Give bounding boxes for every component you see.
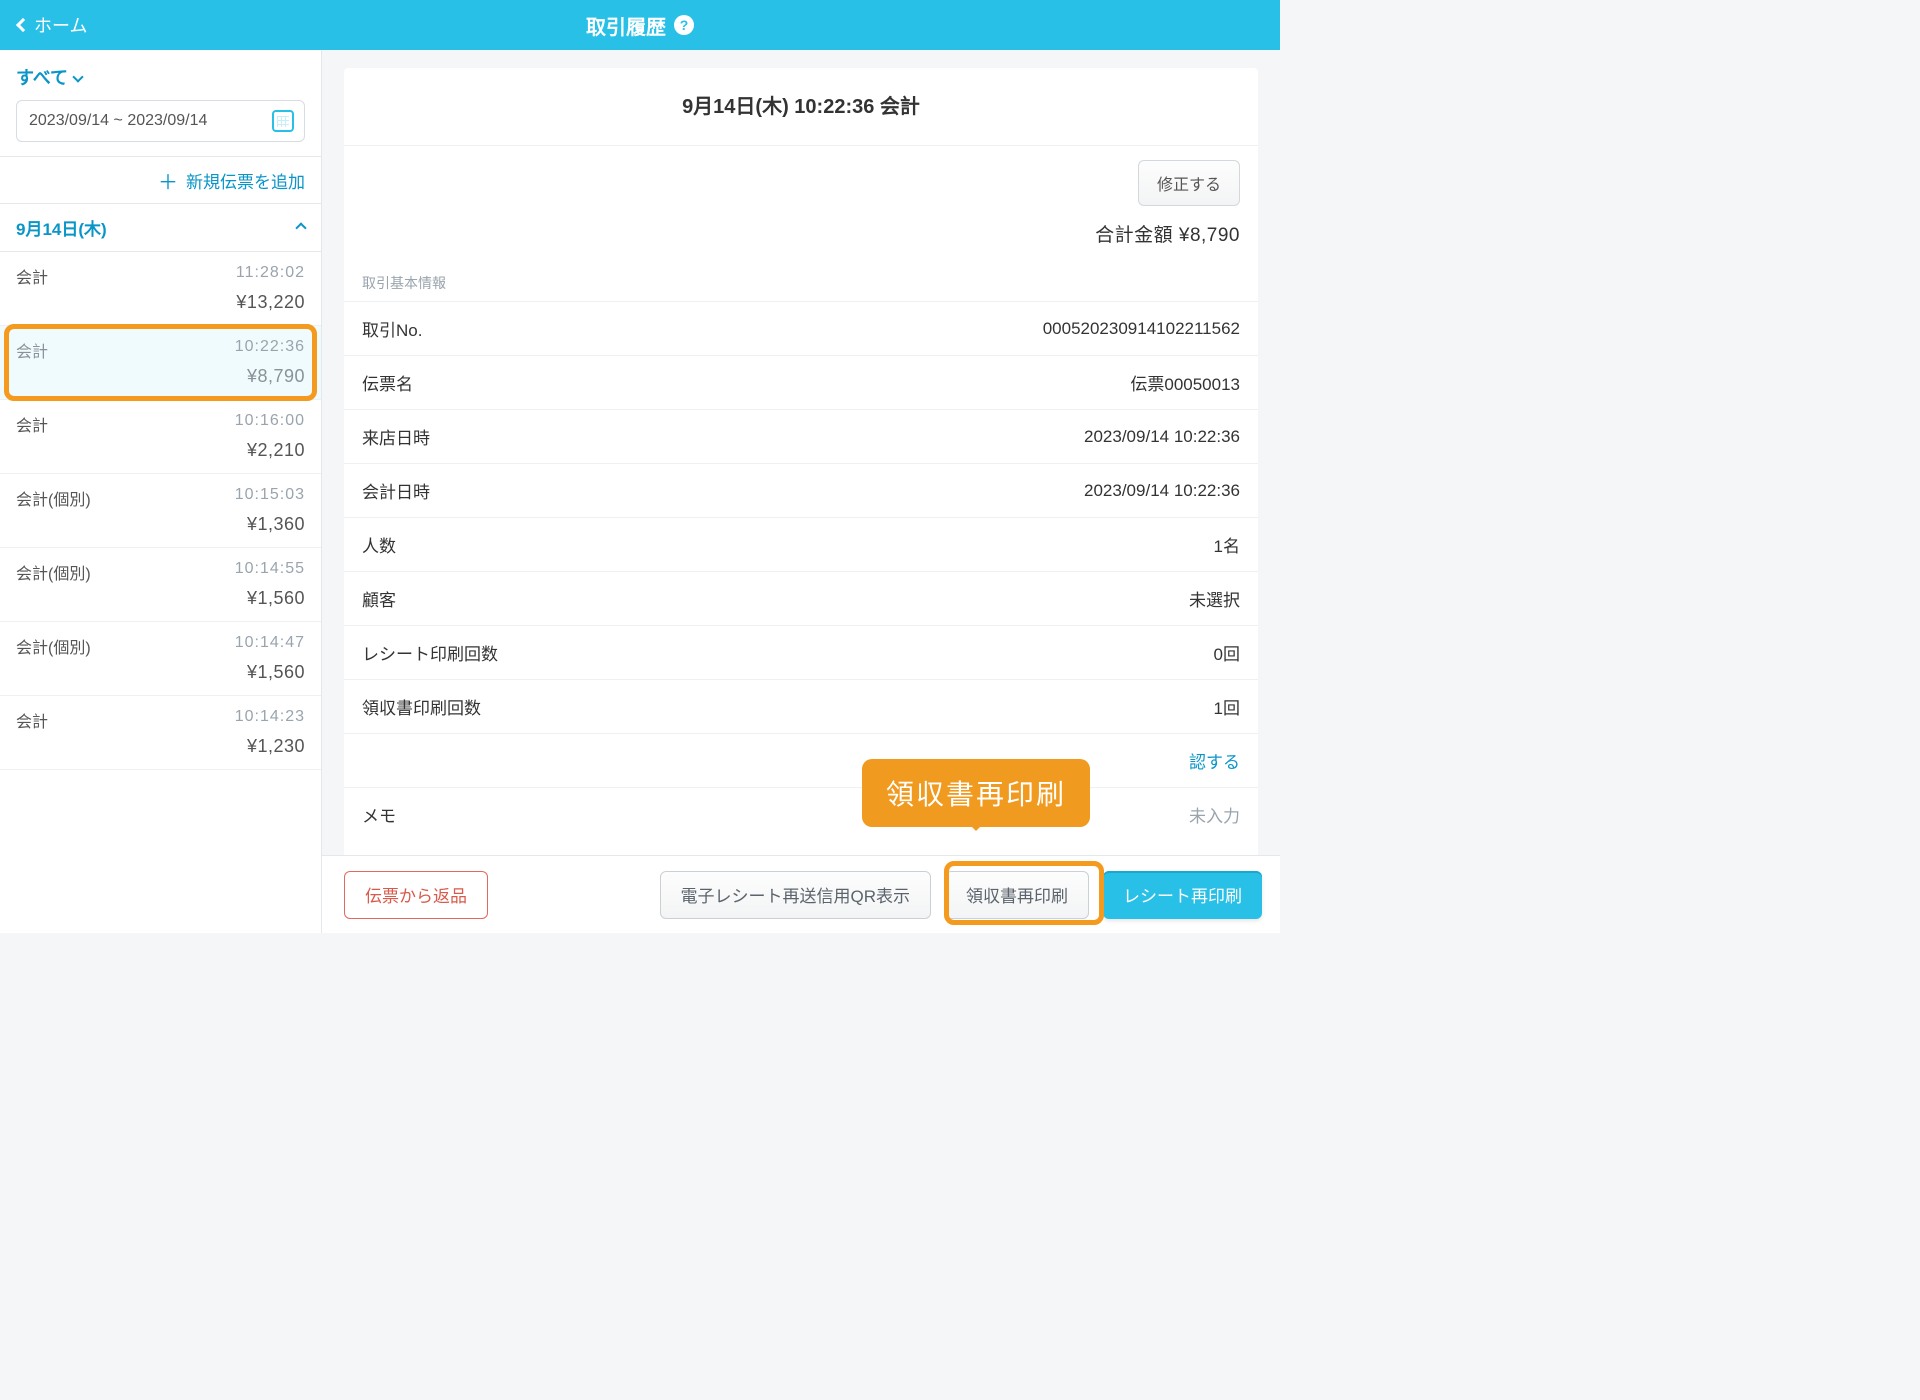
tx-amount: ¥1,560 bbox=[16, 662, 305, 683]
add-slip-button[interactable]: ＋ 新規伝票を追加 bbox=[0, 156, 321, 204]
info-value: 1回 bbox=[1214, 694, 1240, 719]
tx-time: 10:14:55 bbox=[235, 560, 305, 584]
tx-label: 会計 bbox=[16, 412, 48, 436]
tx-time: 10:14:23 bbox=[235, 708, 305, 732]
info-row: 顧客 未選択 bbox=[344, 571, 1258, 625]
info-row: 人数 1名 bbox=[344, 517, 1258, 571]
calendar-icon bbox=[272, 110, 294, 132]
app-header: ホーム 取引履歴 ? bbox=[0, 0, 1280, 50]
tx-label: 会計 bbox=[16, 708, 48, 732]
transaction-item[interactable]: 会計 10:16:00 ¥2,210 bbox=[0, 400, 321, 474]
back-button[interactable]: ホーム bbox=[0, 12, 87, 38]
info-key: レシート印刷回数 bbox=[362, 640, 498, 665]
plus-icon: ＋ bbox=[158, 166, 178, 195]
info-key: 来店日時 bbox=[362, 424, 430, 449]
return-button[interactable]: 伝票から返品 bbox=[344, 871, 488, 919]
tx-label: 会計(個別) bbox=[16, 634, 91, 658]
info-key: 顧客 bbox=[362, 586, 396, 611]
memo-label: メモ bbox=[362, 802, 396, 827]
tx-time: 10:15:03 bbox=[235, 486, 305, 510]
tx-time: 11:28:02 bbox=[236, 264, 305, 288]
info-row: レシート印刷回数 0回 bbox=[344, 625, 1258, 679]
tx-amount: ¥8,790 bbox=[16, 366, 305, 387]
info-value: 2023/09/14 10:22:36 bbox=[1084, 481, 1240, 501]
sidebar: すべて 2023/09/14 ~ 2023/09/14 ＋ 新規伝票を追加 9月… bbox=[0, 50, 322, 933]
page-title-wrap: 取引履歴 ? bbox=[586, 11, 694, 40]
transaction-item[interactable]: 会計(個別) 10:14:55 ¥1,560 bbox=[0, 548, 321, 622]
tx-amount: ¥13,220 bbox=[16, 292, 305, 313]
tx-label: 会計(個別) bbox=[16, 486, 91, 510]
info-value: 未選択 bbox=[1189, 586, 1240, 611]
info-row: 会計日時 2023/09/14 10:22:36 bbox=[344, 463, 1258, 517]
edit-button[interactable]: 修正する bbox=[1138, 160, 1240, 206]
back-label: ホーム bbox=[34, 12, 87, 38]
page-title: 取引履歴 bbox=[586, 11, 666, 40]
receipt-reprint-button[interactable]: 領収書再印刷 bbox=[945, 871, 1089, 919]
info-row: 来店日時 2023/09/14 10:22:36 bbox=[344, 409, 1258, 463]
tx-time: 10:16:00 bbox=[235, 412, 305, 436]
transaction-detail: 9月14日(木) 10:22:36 会計 修正する 合計金額 ¥8,790 取引… bbox=[344, 68, 1258, 933]
help-icon[interactable]: ? bbox=[674, 15, 694, 35]
info-key: 領収書印刷回数 bbox=[362, 694, 481, 719]
date-range-value: 2023/09/14 ~ 2023/09/14 bbox=[29, 112, 207, 130]
info-key: 伝票名 bbox=[362, 370, 413, 395]
memo-row: メモ 未入力 bbox=[344, 787, 1258, 841]
tx-label: 会計 bbox=[16, 338, 48, 362]
tx-label: 会計 bbox=[16, 264, 48, 288]
total-amount: 合計金額 ¥8,790 bbox=[344, 216, 1258, 265]
tx-amount: ¥1,230 bbox=[16, 736, 305, 757]
info-value: 1名 bbox=[1214, 532, 1240, 557]
qr-button[interactable]: 電子レシート再送信用QR表示 bbox=[660, 871, 932, 919]
info-key: 人数 bbox=[362, 532, 396, 557]
tx-amount: ¥1,360 bbox=[16, 514, 305, 535]
filter-label: すべて bbox=[16, 64, 68, 90]
main-panel: 9月14日(木) 10:22:36 会計 修正する 合計金額 ¥8,790 取引… bbox=[322, 50, 1280, 933]
info-value: 伝票00050013 bbox=[1130, 370, 1240, 395]
transaction-item[interactable]: 会計 10:22:36 ¥8,790 bbox=[0, 326, 321, 400]
date-group-header[interactable]: 9月14日(木) bbox=[0, 204, 321, 252]
date-group-label: 9月14日(木) bbox=[16, 215, 107, 240]
confirm-link[interactable]: 認する bbox=[1189, 748, 1240, 773]
bottom-action-bar: 伝票から返品 電子レシート再送信用QR表示 領収書再印刷 レシート再印刷 bbox=[322, 855, 1280, 933]
info-row: 取引No. 000520230914102211562 bbox=[344, 301, 1258, 355]
add-slip-label: 新規伝票を追加 bbox=[186, 168, 305, 193]
info-key: 会計日時 bbox=[362, 478, 430, 503]
memo-value: 未入力 bbox=[1189, 802, 1240, 827]
info-key: 取引No. bbox=[362, 316, 422, 341]
transaction-item[interactable]: 会計(個別) 10:14:47 ¥1,560 bbox=[0, 622, 321, 696]
chevron-down-icon bbox=[72, 71, 83, 82]
slip-reprint-button[interactable]: レシート再印刷 bbox=[1103, 871, 1262, 919]
info-value: 0回 bbox=[1214, 640, 1240, 665]
chevron-left-icon bbox=[16, 18, 30, 32]
detail-title: 9月14日(木) 10:22:36 会計 bbox=[344, 68, 1258, 146]
info-value: 000520230914102211562 bbox=[1043, 319, 1240, 339]
info-row: 領収書印刷回数 1回 bbox=[344, 679, 1258, 733]
selection-ring bbox=[4, 324, 317, 401]
info-value: 2023/09/14 10:22:36 bbox=[1084, 427, 1240, 447]
confirm-row: 認する bbox=[344, 733, 1258, 787]
transaction-item[interactable]: 会計 11:28:02 ¥13,220 bbox=[0, 252, 321, 326]
transaction-list: 会計 11:28:02 ¥13,220 会計 10:22:36 ¥8,790 会計 10:16… bbox=[0, 252, 321, 933]
filter-dropdown[interactable]: すべて bbox=[0, 50, 321, 100]
tx-time: 10:22:36 bbox=[235, 338, 305, 362]
chevron-up-icon bbox=[295, 222, 306, 233]
tx-label: 会計(個別) bbox=[16, 560, 91, 584]
transaction-item[interactable]: 会計(個別) 10:15:03 ¥1,360 bbox=[0, 474, 321, 548]
tx-time: 10:14:47 bbox=[235, 634, 305, 658]
transaction-item[interactable]: 会計 10:14:23 ¥1,230 bbox=[0, 696, 321, 770]
tx-amount: ¥2,210 bbox=[16, 440, 305, 461]
date-range-input[interactable]: 2023/09/14 ~ 2023/09/14 bbox=[16, 100, 305, 142]
tooltip-callout: 領収書再印刷 bbox=[862, 759, 1090, 827]
section-label: 取引基本情報 bbox=[344, 265, 1258, 301]
info-row: 伝票名 伝票00050013 bbox=[344, 355, 1258, 409]
tx-amount: ¥1,560 bbox=[16, 588, 305, 609]
